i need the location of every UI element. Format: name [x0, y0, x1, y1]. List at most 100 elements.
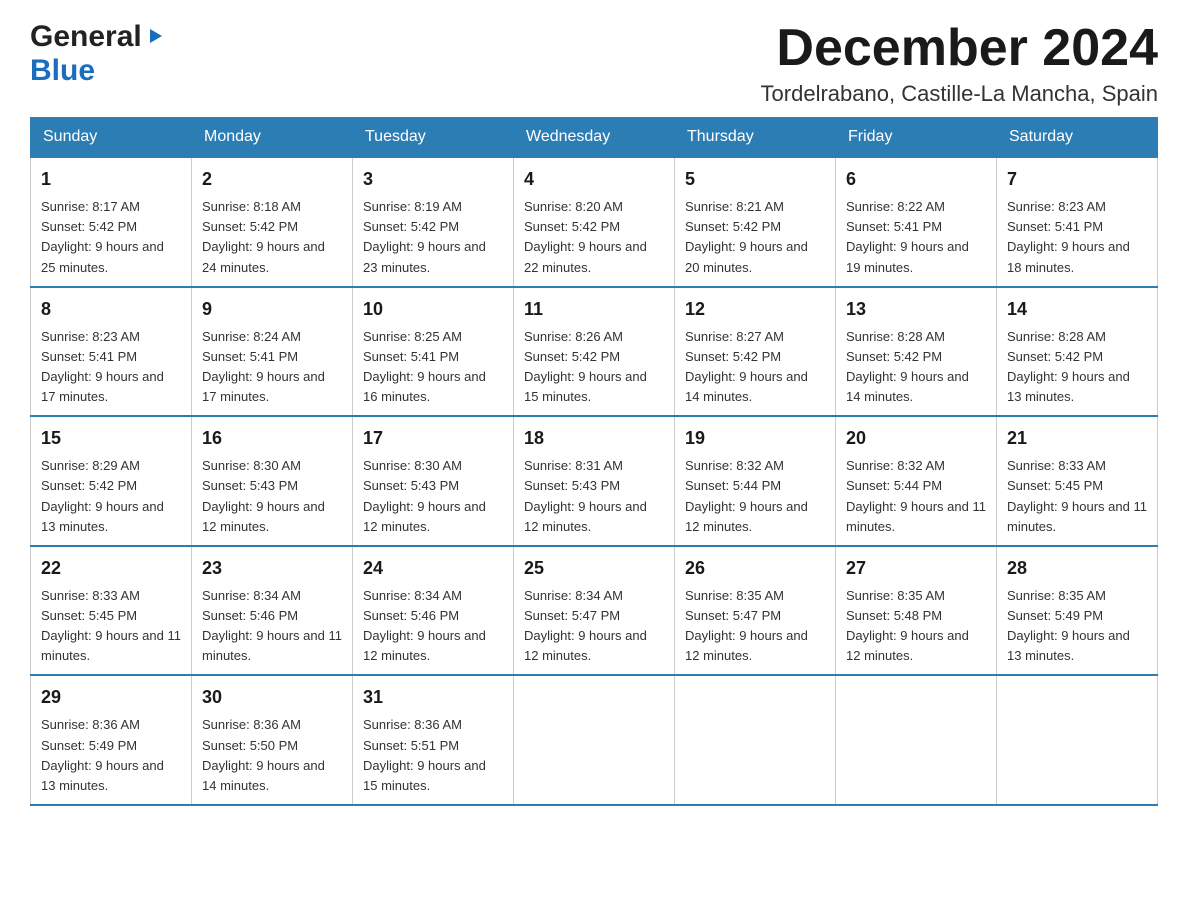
day-number: 4: [524, 166, 664, 193]
day-info: Sunrise: 8:28 AMSunset: 5:42 PMDaylight:…: [846, 327, 986, 408]
col-tuesday: Tuesday: [353, 118, 514, 158]
day-number: 22: [41, 555, 181, 582]
day-info: Sunrise: 8:36 AMSunset: 5:50 PMDaylight:…: [202, 715, 342, 796]
table-row: 27Sunrise: 8:35 AMSunset: 5:48 PMDayligh…: [836, 546, 997, 676]
day-info: Sunrise: 8:23 AMSunset: 5:41 PMDaylight:…: [41, 327, 181, 408]
col-friday: Friday: [836, 118, 997, 158]
table-row: 30 Sunrise: 8:36 AMSunset: 5:50 PMDayligh…: [192, 675, 353, 805]
table-row: 21 Sunrise: 8:33 AMSunset: 5:45 PMDayligh…: [997, 416, 1158, 546]
day-number: 15: [41, 425, 181, 452]
table-row: 7 Sunrise: 8:23 AMSunset: 5:41 PMDaylight…: [997, 157, 1158, 287]
table-row: 8 Sunrise: 8:23 AMSunset: 5:41 PMDaylight…: [31, 287, 192, 417]
day-info: Sunrise: 8:30 AMSunset: 5:43 PMDaylight:…: [202, 456, 342, 537]
day-number: 8: [41, 296, 181, 323]
day-number: 31: [363, 684, 503, 711]
day-info: Sunrise: 8:26 AMSunset: 5:42 PMDaylight:…: [524, 327, 664, 408]
table-row: 13 Sunrise: 8:28 AMSunset: 5:42 PMDayligh…: [836, 287, 997, 417]
day-number: 30: [202, 684, 342, 711]
day-number: 28: [1007, 555, 1147, 582]
col-monday: Monday: [192, 118, 353, 158]
table-row: 28 Sunrise: 8:35 AMSunset: 5:49 PMDayligh…: [997, 546, 1158, 676]
table-row: 15 Sunrise: 8:29 AMSunset: 5:42 PMDayligh…: [31, 416, 192, 546]
table-row: 11 Sunrise: 8:26 AMSunset: 5:42 PMDayligh…: [514, 287, 675, 417]
day-info: Sunrise: 8:36 AMSunset: 5:51 PMDaylight:…: [363, 715, 503, 796]
col-wednesday: Wednesday: [514, 118, 675, 158]
day-number: 12: [685, 296, 825, 323]
logo-arrow-icon: [144, 25, 166, 52]
table-row: 1 Sunrise: 8:17 AMSunset: 5:42 PMDaylight…: [31, 157, 192, 287]
day-number: 23: [202, 555, 342, 582]
table-row: 31 Sunrise: 8:36 AMSunset: 5:51 PMDayligh…: [353, 675, 514, 805]
table-row: 18Sunrise: 8:31 AMSunset: 5:43 PMDayligh…: [514, 416, 675, 546]
day-number: 29: [41, 684, 181, 711]
page-header: General Blue December 2024 Tordelrabano,…: [30, 20, 1158, 107]
table-row: 19 Sunrise: 8:32 AMSunset: 5:44 PMDayligh…: [675, 416, 836, 546]
table-row: 29 Sunrise: 8:36 AMSunset: 5:49 PMDayligh…: [31, 675, 192, 805]
day-info: Sunrise: 8:33 AMSunset: 5:45 PMDaylight:…: [1007, 456, 1147, 537]
day-number: 21: [1007, 425, 1147, 452]
table-row: 12Sunrise: 8:27 AMSunset: 5:42 PMDayligh…: [675, 287, 836, 417]
location-text: Tordelrabano, Castille-La Mancha, Spain: [761, 81, 1158, 107]
table-row: 16Sunrise: 8:30 AMSunset: 5:43 PMDayligh…: [192, 416, 353, 546]
day-number: 7: [1007, 166, 1147, 193]
table-row: [675, 675, 836, 805]
table-row: 22 Sunrise: 8:33 AMSunset: 5:45 PMDayligh…: [31, 546, 192, 676]
day-info: Sunrise: 8:34 AMSunset: 5:46 PMDaylight:…: [202, 586, 342, 667]
day-info: Sunrise: 8:32 AMSunset: 5:44 PMDaylight:…: [846, 456, 986, 537]
logo: General Blue: [30, 20, 166, 88]
calendar-week-row: 15 Sunrise: 8:29 AMSunset: 5:42 PMDayligh…: [31, 416, 1158, 546]
day-info: Sunrise: 8:35 AMSunset: 5:48 PMDaylight:…: [846, 586, 986, 667]
day-number: 26: [685, 555, 825, 582]
table-row: 17Sunrise: 8:30 AMSunset: 5:43 PMDayligh…: [353, 416, 514, 546]
day-number: 9: [202, 296, 342, 323]
day-info: Sunrise: 8:22 AMSunset: 5:41 PMDaylight:…: [846, 197, 986, 278]
day-info: Sunrise: 8:35 AMSunset: 5:47 PMDaylight:…: [685, 586, 825, 667]
table-row: 2Sunrise: 8:18 AMSunset: 5:42 PMDaylight…: [192, 157, 353, 287]
table-row: [997, 675, 1158, 805]
day-number: 25: [524, 555, 664, 582]
day-number: 19: [685, 425, 825, 452]
day-info: Sunrise: 8:31 AMSunset: 5:43 PMDaylight:…: [524, 456, 664, 537]
day-info: Sunrise: 8:29 AMSunset: 5:42 PMDaylight:…: [41, 456, 181, 537]
day-info: Sunrise: 8:20 AMSunset: 5:42 PMDaylight:…: [524, 197, 664, 278]
day-info: Sunrise: 8:19 AMSunset: 5:42 PMDaylight:…: [363, 197, 503, 278]
day-info: Sunrise: 8:28 AMSunset: 5:42 PMDaylight:…: [1007, 327, 1147, 408]
day-number: 14: [1007, 296, 1147, 323]
table-row: 26 Sunrise: 8:35 AMSunset: 5:47 PMDayligh…: [675, 546, 836, 676]
table-row: 25 Sunrise: 8:34 AMSunset: 5:47 PMDayligh…: [514, 546, 675, 676]
day-info: Sunrise: 8:24 AMSunset: 5:41 PMDaylight:…: [202, 327, 342, 408]
table-row: 10Sunrise: 8:25 AMSunset: 5:41 PMDayligh…: [353, 287, 514, 417]
day-info: Sunrise: 8:35 AMSunset: 5:49 PMDaylight:…: [1007, 586, 1147, 667]
calendar-week-row: 22 Sunrise: 8:33 AMSunset: 5:45 PMDayligh…: [31, 546, 1158, 676]
day-number: 13: [846, 296, 986, 323]
day-info: Sunrise: 8:23 AMSunset: 5:41 PMDaylight:…: [1007, 197, 1147, 278]
table-row: 4 Sunrise: 8:20 AMSunset: 5:42 PMDaylight…: [514, 157, 675, 287]
calendar-table: Sunday Monday Tuesday Wednesday Thursday…: [30, 117, 1158, 806]
day-number: 17: [363, 425, 503, 452]
day-info: Sunrise: 8:34 AMSunset: 5:47 PMDaylight:…: [524, 586, 664, 667]
day-number: 24: [363, 555, 503, 582]
calendar-week-row: 1 Sunrise: 8:17 AMSunset: 5:42 PMDaylight…: [31, 157, 1158, 287]
day-number: 10: [363, 296, 503, 323]
logo-general: General: [30, 20, 142, 54]
day-info: Sunrise: 8:18 AMSunset: 5:42 PMDaylight:…: [202, 197, 342, 278]
table-row: 3 Sunrise: 8:19 AMSunset: 5:42 PMDaylight…: [353, 157, 514, 287]
day-info: Sunrise: 8:21 AMSunset: 5:42 PMDaylight:…: [685, 197, 825, 278]
day-info: Sunrise: 8:33 AMSunset: 5:45 PMDaylight:…: [41, 586, 181, 667]
table-row: [836, 675, 997, 805]
table-row: 20 Sunrise: 8:32 AMSunset: 5:44 PMDayligh…: [836, 416, 997, 546]
day-number: 5: [685, 166, 825, 193]
day-number: 6: [846, 166, 986, 193]
day-info: Sunrise: 8:32 AMSunset: 5:44 PMDaylight:…: [685, 456, 825, 537]
day-number: 3: [363, 166, 503, 193]
day-number: 1: [41, 166, 181, 193]
day-info: Sunrise: 8:36 AMSunset: 5:49 PMDaylight:…: [41, 715, 181, 796]
calendar-week-row: 8 Sunrise: 8:23 AMSunset: 5:41 PMDaylight…: [31, 287, 1158, 417]
day-info: Sunrise: 8:17 AMSunset: 5:42 PMDaylight:…: [41, 197, 181, 278]
day-number: 11: [524, 296, 664, 323]
col-saturday: Saturday: [997, 118, 1158, 158]
table-row: [514, 675, 675, 805]
day-number: 20: [846, 425, 986, 452]
table-row: 14 Sunrise: 8:28 AMSunset: 5:42 PMDayligh…: [997, 287, 1158, 417]
col-thursday: Thursday: [675, 118, 836, 158]
